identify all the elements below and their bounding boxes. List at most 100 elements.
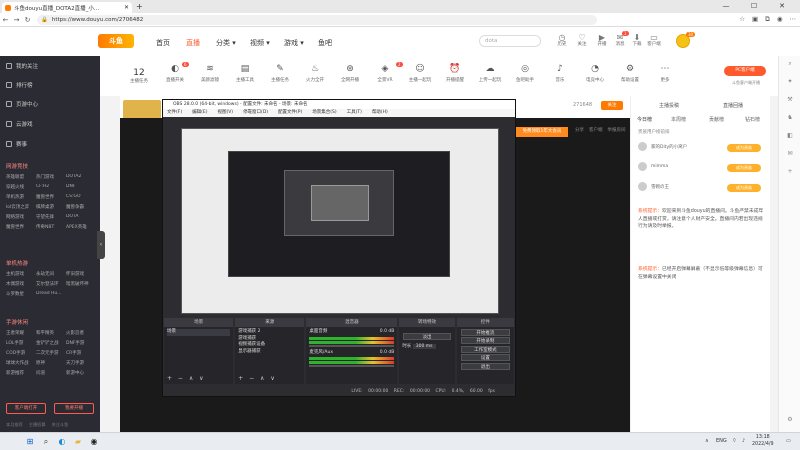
sidebar-game[interactable]: 棋牌桌游 <box>36 204 66 210</box>
tools-icon[interactable]: ⚒ <box>783 96 797 106</box>
studio-mode-button[interactable]: 工作室模式 <box>460 345 510 353</box>
tool-upload[interactable]: ☁ 上传一起玩 <box>475 64 505 83</box>
nav-category[interactable]: 分类 ▾ <box>216 38 236 48</box>
volume-slider[interactable] <box>309 344 395 347</box>
obs-icon[interactable]: ◉ <box>88 436 100 448</box>
anchor-post-link[interactable]: 主播投稿 <box>659 102 679 109</box>
rank-row[interactable]: 雪砌の王 <box>638 182 669 191</box>
outlook-icon[interactable]: ✉ <box>783 150 797 160</box>
sidebar-game[interactable]: 球球大作战 <box>6 360 36 366</box>
obs-menu-item[interactable]: 编辑(E) <box>192 109 207 117</box>
obs-preview[interactable] <box>181 128 499 314</box>
start-stream-button[interactable]: 我要开播 <box>54 403 94 414</box>
sidebar-game[interactable]: 新游推荐 <box>6 370 36 376</box>
sidebar-game[interactable]: 问道 <box>36 370 66 376</box>
client-button[interactable]: 客户端 <box>589 127 603 133</box>
nav-yuba[interactable]: 鱼吧 <box>318 38 332 48</box>
sidebar-game[interactable]: 英雄联盟 <box>6 174 36 180</box>
history-icon[interactable]: ◷ 历史 <box>553 33 571 48</box>
open-stream-icon[interactable]: ▶ 开播 <box>593 33 611 48</box>
sidebar-game[interactable]: 新游中心 <box>66 370 96 376</box>
exit-button[interactable]: 退出 <box>460 362 510 370</box>
sidebar-game[interactable]: 王者荣耀 <box>6 330 36 336</box>
rank-row[interactable]: mimma <box>638 162 668 171</box>
new-tab-button[interactable]: + <box>136 2 143 11</box>
system-clock[interactable]: 13:18 2022/4/9 <box>752 435 774 448</box>
sidebar-game[interactable]: 守望先锋 <box>36 214 66 220</box>
client-icon[interactable]: ▭ 客户端 <box>645 33 663 48</box>
add-icon[interactable]: + <box>783 168 797 178</box>
task-count[interactable]: 12 主播任务 <box>126 68 152 84</box>
nav-home[interactable]: 首页 <box>156 38 170 48</box>
tool-esports[interactable]: ◔ 电竞中心 <box>580 64 610 83</box>
tab-diamond[interactable]: 钻石榜 <box>745 116 760 123</box>
tool-yuba-helper[interactable]: ◎ 鱼吧助手 <box>510 64 540 83</box>
collections-icon[interactable]: ▣ <box>752 15 758 24</box>
sidebar-game[interactable]: 原神 <box>36 360 66 366</box>
source-item[interactable]: 显示器捕获 <box>238 349 301 356</box>
sidebar-game[interactable]: 网络游戏 <box>6 214 36 220</box>
sidebar-game[interactable]: lol云顶之弈 <box>6 204 36 210</box>
sidebar-game[interactable]: 火影忍者 <box>66 330 96 336</box>
maximize-button[interactable]: ☐ <box>744 2 764 10</box>
tab-week[interactable]: 本周榜 <box>671 116 686 123</box>
sidebar-game[interactable]: 传奇NBT <box>36 224 66 230</box>
more-icon[interactable]: ⋯ <box>790 15 797 24</box>
sidebar-game[interactable]: DOTA <box>66 214 96 220</box>
office-icon[interactable]: ◧ <box>783 132 797 142</box>
tab-close-icon[interactable]: ✕ <box>124 4 129 11</box>
obs-menu-item[interactable]: 场景集合(S) <box>312 109 336 117</box>
download-icon[interactable]: ⬇ 下载 <box>628 33 646 48</box>
tool-help[interactable]: ⚙ 帮助设置 <box>615 64 645 83</box>
tool-anchor-tasks[interactable]: ✎ 主播任务 <box>265 64 295 83</box>
file-explorer-icon[interactable]: ▰ <box>72 436 84 448</box>
search-icon[interactable]: ⌕ <box>40 436 52 448</box>
volume-slider[interactable] <box>309 365 395 367</box>
windows-start-icon[interactable]: ⊞ <box>24 436 36 448</box>
become-noble-button[interactable]: 成为贵族 <box>727 164 761 172</box>
sidebar-game[interactable]: 魔兽世界 <box>6 224 36 230</box>
footer-link[interactable]: 本月推荐 <box>6 422 23 428</box>
sidebar-game[interactable]: CS:GO <box>66 194 96 200</box>
sidebar-collapse-button[interactable]: ‹ <box>97 231 105 259</box>
obs-menu-item[interactable]: 文件(F) <box>167 109 182 117</box>
pc-client-button[interactable]: PC客户端 <box>724 66 766 76</box>
start-recording-button[interactable]: 开始录制 <box>460 337 510 344</box>
notification-icon[interactable]: ▭ <box>786 438 791 444</box>
share-button[interactable]: 分享 <box>575 127 584 133</box>
footer-link[interactable]: 关注斗鱼 <box>52 422 69 428</box>
obs-menu-item[interactable]: 配置文件(P) <box>278 109 302 117</box>
sidebar-game[interactable]: 热门游戏 <box>36 174 66 180</box>
close-window-button[interactable]: ✕ <box>772 2 792 10</box>
star-icon[interactable]: ☆ <box>739 15 745 24</box>
obs-menu-item[interactable]: 停靠窗口(D) <box>243 109 268 117</box>
games-icon[interactable]: ♞ <box>783 114 797 124</box>
sidebar-game[interactable]: DOTA2 <box>66 174 96 180</box>
tool-music[interactable]: ♪ 音乐 <box>545 64 575 83</box>
extensions-icon[interactable]: ⧉ <box>765 15 770 24</box>
douyu-logo[interactable]: 斗鱼 <box>98 34 134 48</box>
search-icon[interactable]: ⌕ <box>783 60 797 70</box>
minimize-button[interactable]: — <box>716 2 736 10</box>
profile-icon[interactable]: ◉ <box>777 15 783 24</box>
back-icon[interactable]: ← <box>0 16 11 24</box>
tool-beauty[interactable]: ≋ 美颜滤镜 <box>195 64 225 83</box>
sidebar-game[interactable]: LOL手游 <box>6 340 36 346</box>
sidebar-game[interactable]: DNF <box>66 184 96 190</box>
obs-menu-item[interactable]: 视图(V) <box>217 109 233 117</box>
panel-buttons[interactable]: + − ∧ ∨ <box>238 375 277 382</box>
language-indicator[interactable]: ENG <box>716 438 727 444</box>
tool-reminder[interactable]: ⏰ 开播提醒 <box>440 64 470 83</box>
browser-tab[interactable]: 斗鱼douyu直播_DOTA2直播_小... ✕ <box>2 2 132 13</box>
sidebar-game[interactable]: Dread Hu... <box>36 291 66 297</box>
tab-contribution[interactable]: 贡献榜 <box>709 116 724 123</box>
sidebar-game[interactable]: 永劫无间 <box>36 271 66 277</box>
replay-link[interactable]: 直播回播 <box>723 102 743 109</box>
forward-icon[interactable]: → <box>11 16 22 24</box>
tray-chevron-icon[interactable]: ∧ <box>705 438 709 444</box>
volume-icon[interactable]: ♪ <box>742 438 745 444</box>
sidebar-item-esports[interactable]: 赛事 <box>6 140 27 148</box>
sidebar-game[interactable]: DNF手游 <box>66 340 96 346</box>
nav-game[interactable]: 游戏 ▾ <box>284 38 304 48</box>
sidebar-game[interactable]: 暗黑破坏神 <box>66 281 96 287</box>
